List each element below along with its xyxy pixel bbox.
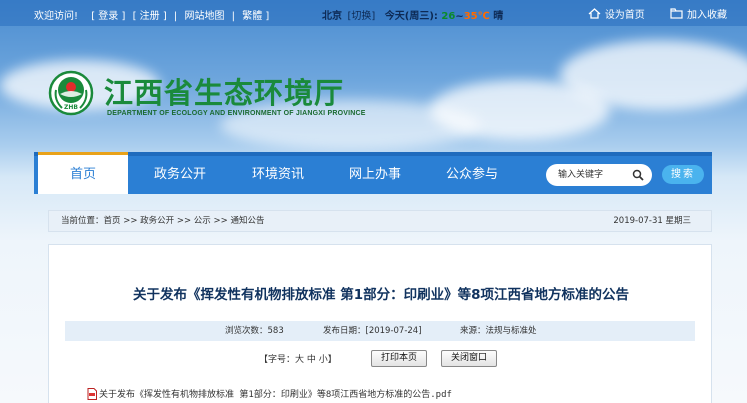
sitemap-link[interactable]: 网站地图 [184, 11, 224, 22]
font-size-selector[interactable]: 【字号：大 中 小】 [259, 352, 337, 365]
article-title: 关于发布《挥发性有机物排放标准 第1部分：印刷业》等8项江西省地方标准的公告 [133, 287, 629, 303]
welcome-text: 欢迎访问! [34, 11, 79, 22]
site-title[interactable]: 江西省生态环境厅 [104, 70, 344, 112]
breadcrumb: 当前位置：首页 >> 政务公开 >> 公示 >> 通知公告 2019-07-31… [48, 210, 712, 232]
temp-low: 26 [441, 11, 456, 22]
weather-city: 北京 [322, 11, 342, 22]
top-bar: 欢迎访问! [ 登录 ] [ 注册 ] | 网站地图 | 繁體 ] 北京 [切换… [0, 0, 747, 26]
site-subtitle: DEPARTMENT OF ECOLOGY AND ENVIRONMENT OF… [107, 110, 366, 117]
weather-widget: 北京 [切换] 今天(周三): 26~35℃ 晴 [322, 7, 503, 22]
search-input[interactable]: 输入关键字 [546, 164, 652, 186]
attachment-link[interactable]: 关于发布《挥发性有机物排放标准 第1部分：印刷业》等8项江西省地方标准的公告.p… [87, 387, 452, 400]
home-icon [588, 8, 601, 19]
search-button[interactable]: 搜索 [662, 165, 704, 184]
print-button[interactable]: 打印本页 [371, 350, 427, 367]
search-icon[interactable] [632, 169, 644, 181]
login-link[interactable]: [ 登录 ] [91, 11, 125, 22]
current-date: 2019-07-31 星期三 [613, 216, 691, 226]
article-source: 来源：法规与标准处 [460, 326, 537, 336]
folder-icon [670, 8, 683, 19]
city-switch-link[interactable]: [切换] [347, 11, 375, 22]
set-homepage-link[interactable]: 设为首页 [588, 6, 645, 21]
weather-day: 今天(周三): [384, 11, 438, 22]
nav-item-public-participation[interactable]: 公众参与 [427, 156, 517, 194]
traditional-chinese-link[interactable]: 繁體 ] [242, 11, 269, 22]
logo-text: ZHB [64, 104, 78, 111]
temp-separator: ~ [455, 11, 464, 22]
account-links: 欢迎访问! [ 登录 ] [ 注册 ] | 网站地图 | 繁體 ] [34, 7, 273, 22]
separator: | [231, 11, 236, 22]
publish-date: 发布日期：[2019-07-24] [323, 326, 422, 336]
main-nav: 首页 政务公开 环境资讯 网上办事 公众参与 输入关键字 搜索 [34, 152, 712, 194]
view-count: 浏览次数：583 [225, 326, 284, 336]
article-tools: 【字号：大 中 小】 打印本页 关闭窗口 [49, 350, 713, 368]
search-placeholder: 输入关键字 [558, 170, 604, 180]
add-favorite-label: 加入收藏 [687, 10, 727, 21]
weather-condition: 晴 [493, 11, 504, 22]
pdf-icon [87, 387, 97, 400]
nav-item-online-services[interactable]: 网上办事 [330, 156, 420, 194]
nav-item-home[interactable]: 首页 [38, 152, 128, 194]
register-link[interactable]: [ 注册 ] [133, 11, 167, 22]
attachment-filename: 关于发布《挥发性有机物排放标准 第1部分：印刷业》等8项江西省地方标准的公告.p… [99, 390, 452, 400]
nav-item-environment-news[interactable]: 环境资讯 [233, 156, 323, 194]
add-favorite-link[interactable]: 加入收藏 [670, 6, 727, 21]
nav-item-government-affairs[interactable]: 政务公开 [135, 156, 225, 194]
site-logo[interactable]: ZHB [48, 70, 94, 116]
set-homepage-label: 设为首页 [604, 10, 645, 21]
temp-high: 35℃ [463, 11, 490, 22]
article-meta: 浏览次数：583 发布日期：[2019-07-24] 来源：法规与标准处 [65, 321, 695, 341]
quick-links: 设为首页 加入收藏 [566, 6, 727, 22]
breadcrumb-path[interactable]: 当前位置：首页 >> 政务公开 >> 公示 >> 通知公告 [61, 211, 264, 231]
article-panel: 关于发布《挥发性有机物排放标准 第1部分：印刷业》等8项江西省地方标准的公告 浏… [48, 244, 712, 403]
close-window-button[interactable]: 关闭窗口 [441, 350, 497, 367]
separator: | [173, 11, 178, 22]
